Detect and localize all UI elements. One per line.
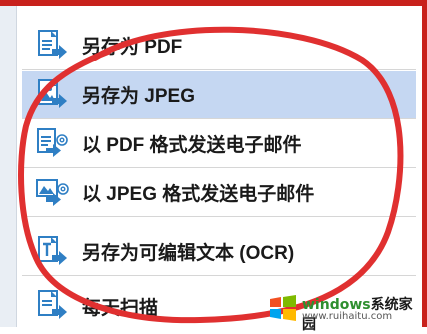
save-ocr-text-icon xyxy=(34,234,70,270)
menu-item-label: 以 JPEG 格式发送电子邮件 xyxy=(82,184,315,205)
context-menu: 另存为 PDF 另存为 JPEG 以 PDF 格式发送电子邮件 以 JPEG 格… xyxy=(0,0,427,327)
email-jpeg-icon xyxy=(34,175,70,211)
menu-item-label: 另存为可编辑文本 (OCR) xyxy=(82,243,295,264)
menu-item-daily-scan[interactable]: 每天扫描 xyxy=(22,282,416,330)
email-pdf-icon xyxy=(34,126,70,162)
menu-item-email-pdf[interactable]: 以 PDF 格式发送电子邮件 xyxy=(22,120,416,168)
menu-item-email-jpeg[interactable]: 以 JPEG 格式发送电子邮件 xyxy=(22,169,416,217)
menu-item-save-as-jpeg[interactable]: 另存为 JPEG xyxy=(22,71,416,119)
menu-icon-gutter xyxy=(0,6,17,327)
save-as-jpeg-icon xyxy=(34,77,70,113)
menu-item-save-ocr[interactable]: 另存为可编辑文本 (OCR) xyxy=(22,228,416,276)
menu-item-label: 另存为 PDF xyxy=(82,37,183,58)
save-as-pdf-icon xyxy=(34,28,70,64)
daily-scan-icon xyxy=(34,288,70,324)
menu-item-label: 以 PDF 格式发送电子邮件 xyxy=(82,135,302,156)
menu-item-save-as-pdf[interactable]: 另存为 PDF xyxy=(22,22,416,70)
menu-item-label: 每天扫描 xyxy=(82,297,159,319)
menu-item-label: 另存为 JPEG xyxy=(82,86,195,107)
